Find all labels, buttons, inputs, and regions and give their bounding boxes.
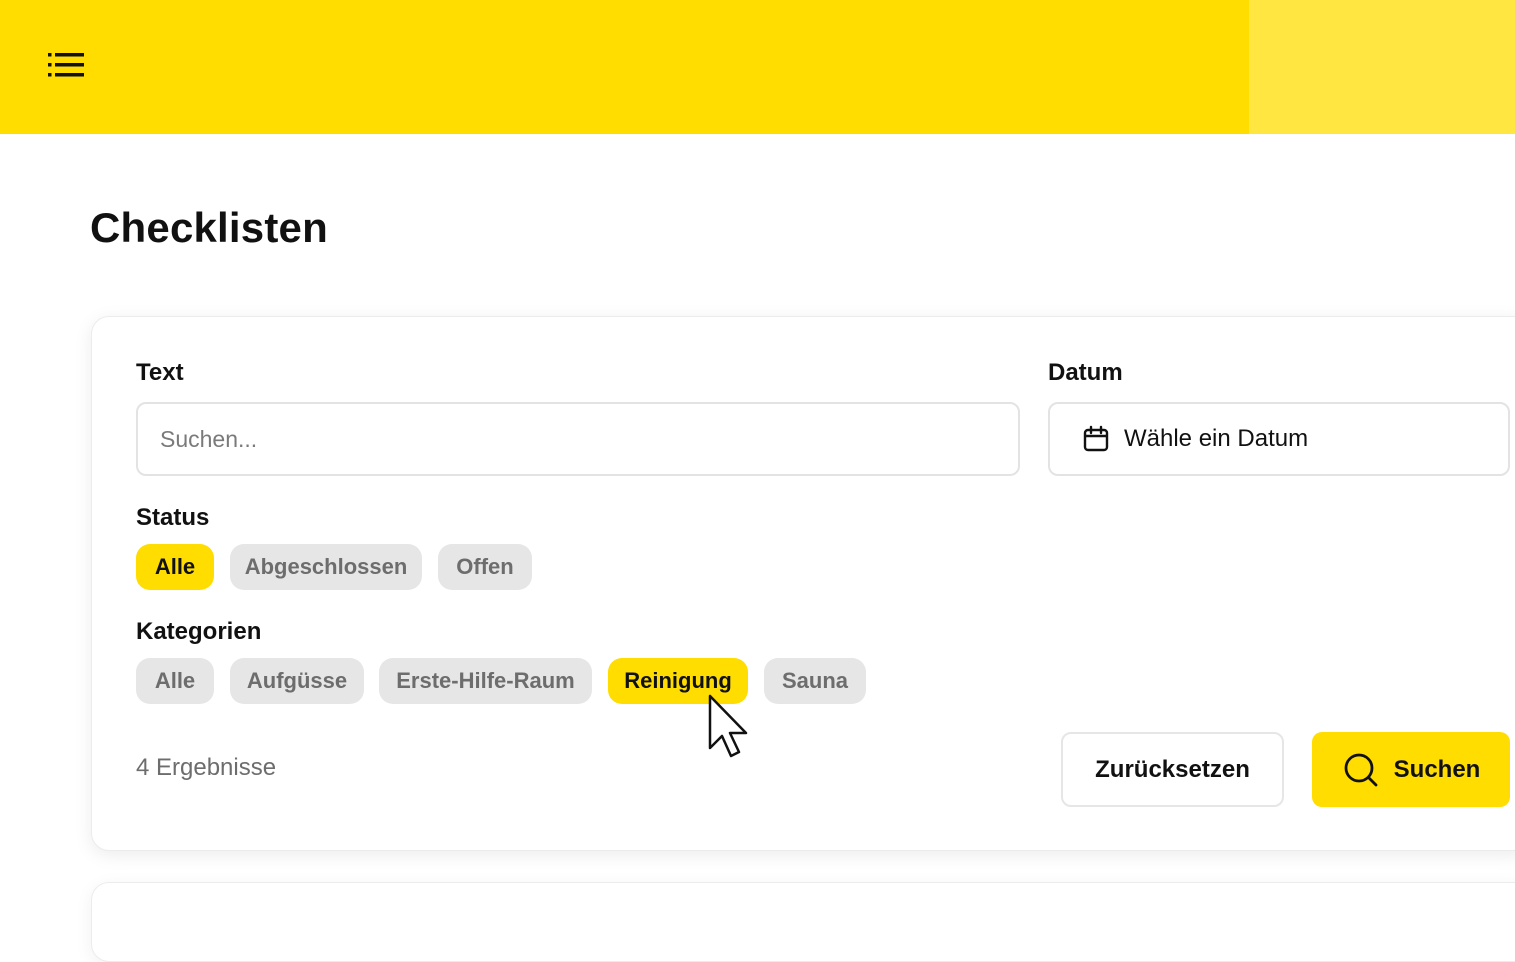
search-button-label: Suchen [1393,755,1481,783]
hamburger-menu-icon [48,53,84,77]
category-chip-sauna[interactable]: Sauna [764,658,866,704]
results-card [91,882,1515,962]
reset-button[interactable]: Zurücksetzen [1061,732,1284,807]
status-label: Status [136,504,210,531]
category-chip-aufguesse[interactable]: Aufgüsse [230,658,364,704]
search-button[interactable]: Suchen [1312,732,1510,807]
calendar-icon [1083,425,1109,452]
top-bar-accent [1249,0,1515,134]
menu-button[interactable] [36,40,96,90]
date-picker[interactable]: Wähle ein Datum [1048,402,1510,476]
status-chip-abgeschlossen[interactable]: Abgeschlossen [230,544,422,590]
results-count: 4 Ergebnisse [136,754,277,781]
category-chip-erste-hilfe-raum[interactable]: Erste-Hilfe-Raum [379,658,592,704]
status-chip-offen[interactable]: Offen [438,544,532,590]
date-placeholder: Wähle ein Datum [1124,425,1309,452]
category-chip-reinigung[interactable]: Reinigung [608,658,748,704]
status-chip-alle[interactable]: Alle [136,544,214,590]
categories-label: Kategorien [136,618,262,645]
reset-button-label: Zurücksetzen [1095,755,1250,783]
category-chip-alle[interactable]: Alle [136,658,214,704]
text-label: Text [136,359,184,386]
search-input[interactable] [136,402,1020,476]
page-title: Checklisten [90,204,328,251]
search-icon [1344,753,1378,786]
date-label: Datum [1048,359,1123,386]
